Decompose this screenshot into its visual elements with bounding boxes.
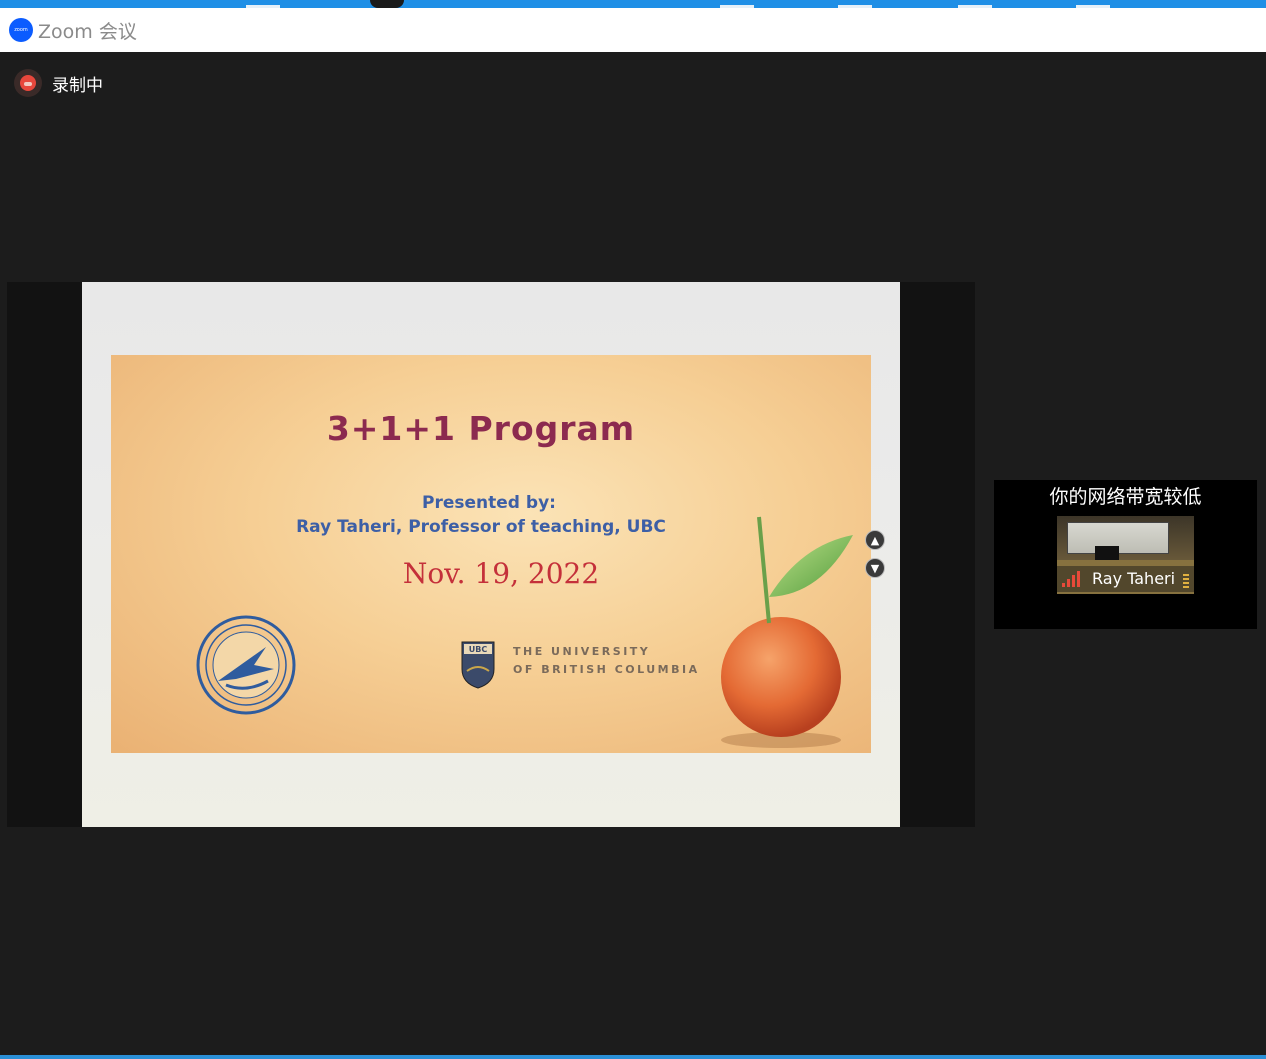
top-accent-strip — [0, 0, 1266, 8]
slide-page: 3+1+1 Program Presented by: Ray Taheri, … — [82, 282, 900, 827]
window-titlebar[interactable]: zoom Zoom 会议 — [0, 8, 1266, 52]
participant-name: Ray Taheri — [1092, 569, 1176, 588]
ubc-shield-label: UBC — [469, 645, 488, 654]
university-seal-icon — [196, 615, 296, 715]
zoom-logo-icon: zoom — [9, 18, 33, 42]
ubc-shield-icon: UBC — [461, 641, 495, 689]
recording-icon — [14, 69, 42, 97]
participant-panel: 你的网络带宽较低 Ray Taheri — [994, 480, 1257, 629]
zoom-logo-text: zoom — [14, 27, 28, 33]
window-title: Zoom 会议 — [38, 20, 137, 43]
orange-fruit-illustration — [721, 516, 853, 748]
signal-bars-icon — [1062, 571, 1084, 587]
low-bandwidth-warning: 你的网络带宽较低 — [1049, 486, 1202, 508]
presentation-slide: 3+1+1 Program Presented by: Ray Taheri, … — [111, 355, 871, 753]
top-strip-notch — [370, 0, 404, 8]
chevron-up-icon: ▲ — [870, 533, 880, 547]
classroom-desk — [1095, 546, 1119, 560]
slide-scroll-up-button[interactable]: ▲ — [865, 530, 885, 550]
slide-scroll-down-button[interactable]: ▼ — [865, 558, 885, 578]
slide-title: 3+1+1 Program — [326, 409, 636, 448]
participant-video-tile[interactable]: Ray Taheri — [1057, 516, 1194, 594]
chevron-down-icon: ▼ — [870, 561, 880, 575]
recording-indicator[interactable]: 录制中 — [14, 69, 103, 97]
shared-screen[interactable]: 3+1+1 Program Presented by: Ray Taheri, … — [7, 282, 975, 827]
bottom-accent-line — [0, 1055, 1266, 1059]
recording-label: 录制中 — [52, 75, 103, 96]
more-options-icon[interactable] — [1183, 574, 1189, 588]
